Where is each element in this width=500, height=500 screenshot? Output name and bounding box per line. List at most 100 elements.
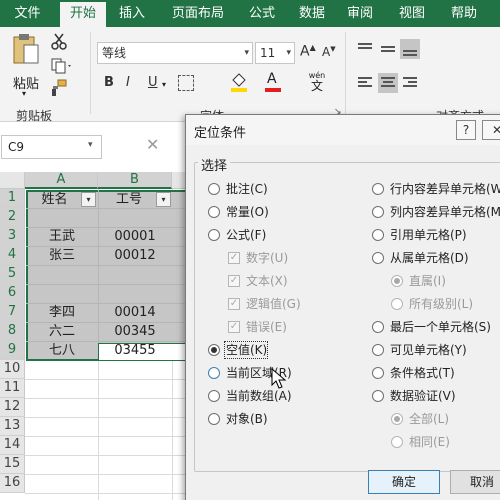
name-box[interactable]: C9: [1, 135, 102, 159]
row-header-6[interactable]: 6: [0, 284, 25, 303]
format-painter-icon[interactable]: [50, 79, 68, 97]
radio-button[interactable]: [372, 321, 384, 333]
align-top-button[interactable]: [355, 39, 375, 59]
align-left-button[interactable]: [355, 73, 375, 93]
option-label: 批注(C): [226, 182, 268, 196]
dialog-title-bar[interactable]: 定位条件 ? ✕: [186, 115, 500, 145]
row-header-5[interactable]: 5: [0, 265, 25, 284]
row-header-12[interactable]: 12: [0, 398, 25, 417]
paste-button[interactable]: 粘贴 ▾: [8, 33, 44, 98]
radio-button[interactable]: [372, 390, 384, 402]
table-cell[interactable]: 00014: [99, 303, 171, 322]
radio-button-selected[interactable]: [391, 413, 403, 425]
phonetic-icon: 文: [310, 79, 323, 93]
table-cell[interactable]: 七八: [27, 341, 97, 360]
table-cell[interactable]: 张三: [27, 246, 97, 265]
fill-color-icon[interactable]: [230, 71, 248, 93]
font-name-dropdown[interactable]: 等线 ▾: [97, 42, 253, 64]
radio-button[interactable]: [372, 252, 384, 264]
checkbox[interactable]: ✓: [228, 252, 240, 264]
table-cell[interactable]: 李四: [27, 303, 97, 322]
radio-button[interactable]: [372, 183, 384, 195]
radio-button[interactable]: [208, 390, 220, 402]
select-all-corner[interactable]: [0, 172, 25, 189]
borders-icon[interactable]: [178, 75, 194, 91]
ribbon: 粘贴 ▾ 剪贴板 等线 ▾ 11 ▾ A▲ A▼ B I U ▾ A wén 文…: [0, 27, 500, 123]
checkbox[interactable]: ✓: [228, 275, 240, 287]
row-header-4[interactable]: 4: [0, 246, 25, 265]
checkbox[interactable]: ✓: [228, 298, 240, 310]
font-size-dropdown[interactable]: 11 ▾: [255, 42, 295, 64]
header-cell-id[interactable]: 工号: [100, 190, 158, 209]
row-header-11[interactable]: 11: [0, 379, 25, 398]
font-color-button[interactable]: A: [264, 71, 282, 93]
row-header-15[interactable]: 15: [0, 455, 25, 474]
decrease-font-button[interactable]: A▼: [322, 45, 336, 59]
font-size-value: 11: [260, 46, 276, 60]
radio-button-selected[interactable]: [208, 344, 220, 356]
row-header-8[interactable]: 8: [0, 322, 25, 341]
help-button[interactable]: ?: [456, 120, 476, 140]
radio-button[interactable]: [372, 367, 384, 379]
radio-button[interactable]: [208, 206, 220, 218]
cut-icon[interactable]: [50, 33, 68, 51]
align-center-button[interactable]: [378, 73, 398, 93]
tab-file[interactable]: 文件: [0, 0, 55, 27]
close-button[interactable]: ✕: [482, 120, 500, 140]
cancel-button[interactable]: 取消: [450, 470, 500, 494]
row-header-1[interactable]: 1: [0, 189, 25, 208]
radio-button[interactable]: [208, 183, 220, 195]
cancel-icon[interactable]: ✕: [146, 135, 159, 154]
table-cell[interactable]: 00001: [99, 227, 171, 246]
tab-review[interactable]: 审阅: [338, 0, 382, 27]
checkbox[interactable]: ✓: [228, 321, 240, 333]
row-header-13[interactable]: 13: [0, 417, 25, 436]
underline-button[interactable]: U: [148, 75, 158, 90]
ok-button[interactable]: 确定: [368, 470, 440, 494]
paste-icon: [13, 34, 39, 64]
phonetic-button[interactable]: wén 文: [306, 71, 328, 93]
align-right-button[interactable]: [400, 73, 420, 93]
column-header-a[interactable]: A: [25, 172, 98, 189]
align-middle-button[interactable]: [378, 39, 398, 59]
table-cell[interactable]: 03455: [99, 341, 171, 360]
table-cell[interactable]: 六二: [27, 322, 97, 341]
radio-button[interactable]: [208, 229, 220, 241]
filter-sort-icon[interactable]: ▾: [156, 192, 171, 207]
filter-dropdown-icon[interactable]: ▾: [81, 192, 96, 207]
row-header-7[interactable]: 7: [0, 303, 25, 322]
row-header-10[interactable]: 10: [0, 360, 25, 379]
tab-formulas[interactable]: 公式: [240, 0, 284, 27]
tab-insert[interactable]: 插入: [110, 0, 154, 27]
tab-help[interactable]: 帮助: [442, 0, 486, 27]
radio-button[interactable]: [372, 229, 384, 241]
table-cell[interactable]: 00345: [99, 322, 171, 341]
italic-button[interactable]: I: [126, 75, 130, 90]
tab-home[interactable]: 开始: [60, 2, 106, 27]
column-header-b[interactable]: B: [98, 172, 172, 189]
tab-data[interactable]: 数据: [290, 0, 334, 27]
row-header-2[interactable]: 2: [0, 208, 25, 227]
radio-button[interactable]: [208, 413, 220, 425]
row-header-14[interactable]: 14: [0, 436, 25, 455]
radio-button[interactable]: [391, 436, 403, 448]
radio-button[interactable]: [372, 344, 384, 356]
tab-view[interactable]: 视图: [390, 0, 434, 27]
row-header-16[interactable]: 16: [0, 474, 25, 493]
copy-icon[interactable]: [50, 57, 74, 75]
table-cell[interactable]: 王武: [27, 227, 97, 246]
table-cell[interactable]: 00012: [99, 246, 171, 265]
row-header-3[interactable]: 3: [0, 227, 25, 246]
bold-button[interactable]: B: [104, 75, 114, 90]
tab-page-layout[interactable]: 页面布局: [160, 0, 236, 27]
row-header-9[interactable]: 9: [0, 341, 25, 360]
chevron-down-icon[interactable]: ▾: [88, 140, 93, 150]
increase-font-button[interactable]: A▲: [300, 43, 316, 60]
selection-group-label: 选择: [198, 155, 231, 174]
radio-button[interactable]: [391, 298, 403, 310]
align-bottom-button[interactable]: [400, 39, 420, 59]
radio-button-selected[interactable]: [391, 275, 403, 287]
header-cell-name[interactable]: 姓名: [27, 190, 82, 209]
radio-button[interactable]: [372, 206, 384, 218]
radio-button[interactable]: [208, 367, 220, 379]
